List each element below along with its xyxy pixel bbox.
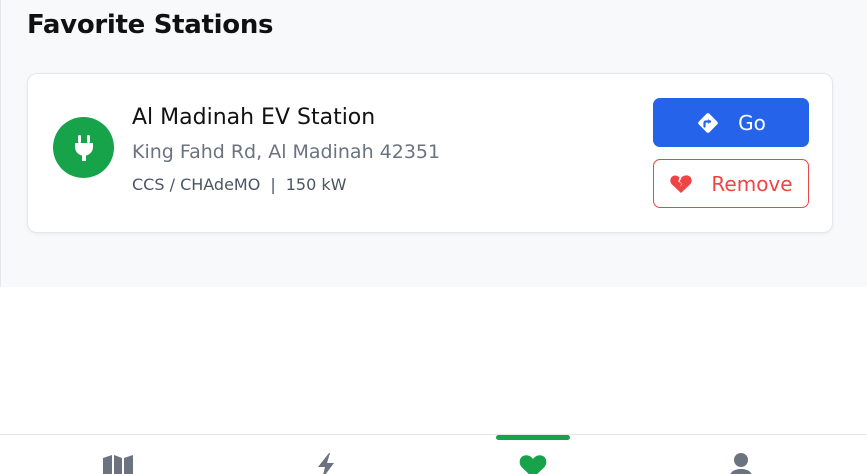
- remove-button[interactable]: Remove: [653, 159, 809, 208]
- bolt-icon: [315, 451, 337, 474]
- station-meta: CCS / CHAdeMO | 150 kW: [132, 175, 346, 194]
- user-icon: [728, 451, 754, 474]
- go-button-label: Go: [738, 110, 766, 135]
- page-title: Favorite Stations: [27, 10, 274, 40]
- plug-icon: [73, 134, 95, 162]
- station-card[interactable]: Al Madinah EV Station King Fahd Rd, Al M…: [27, 73, 833, 233]
- station-power: 150 kW: [285, 175, 347, 194]
- bottom-nav: [0, 434, 867, 474]
- content-area: Favorite Stations Al Madinah EV Station …: [0, 0, 867, 287]
- nav-tab-stations[interactable]: [296, 451, 356, 474]
- station-name: Al Madinah EV Station: [132, 105, 376, 130]
- active-tab-indicator: [496, 435, 570, 440]
- meta-separator: |: [270, 175, 276, 194]
- heart-icon: [518, 451, 548, 474]
- remove-button-label: Remove: [711, 171, 793, 196]
- directions-icon: [696, 111, 720, 135]
- station-address: King Fahd Rd, Al Madinah 42351: [132, 141, 441, 163]
- nav-tab-map[interactable]: [88, 451, 148, 474]
- broken-heart-icon: [669, 173, 693, 195]
- station-connectors: CCS / CHAdeMO: [132, 175, 261, 194]
- go-button[interactable]: Go: [653, 98, 809, 147]
- station-badge: [53, 117, 114, 178]
- nav-tab-favorites[interactable]: [503, 451, 563, 474]
- nav-tab-profile[interactable]: [711, 451, 771, 474]
- map-icon: [102, 451, 134, 474]
